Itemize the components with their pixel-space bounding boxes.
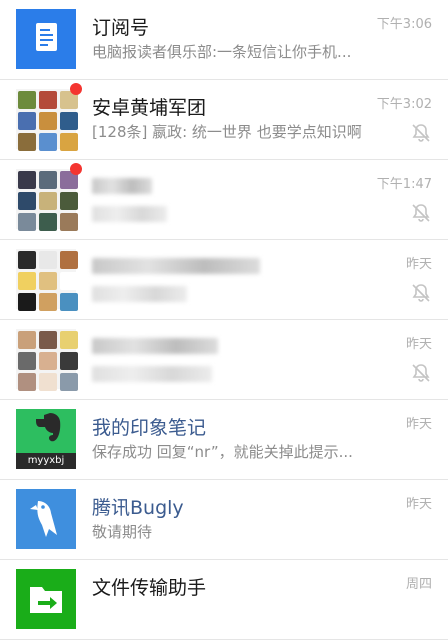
chat-row-bugly[interactable]: 腾讯Bugly 敬请期待 昨天 — [0, 480, 448, 560]
file-transfer-icon — [16, 569, 76, 629]
chat-row-subscriptions[interactable]: 订阅号 电脑报读者俱乐部:一条短信让你手机... 下午3:06 — [0, 0, 448, 80]
group-avatar — [16, 163, 82, 231]
group-avatar — [16, 329, 78, 391]
chat-time: 周四 — [405, 577, 432, 592]
chat-row-group[interactable]: 下午1:47 — [0, 160, 448, 240]
chat-title: 腾讯Bugly — [92, 497, 184, 519]
chat-time: 昨天 — [405, 257, 432, 272]
chat-title: 订阅号 — [92, 17, 150, 39]
evernote-avatar: myyxbj — [16, 409, 76, 469]
mute-icon — [412, 364, 430, 382]
chat-last-message: [128条] 嬴政: 统一世界 也要学点知识啊 — [92, 123, 362, 141]
chat-row-evernote[interactable]: myyxbj 我的印象笔记 保存成功 回复“nr”，就能关掉此提示... 昨天 — [0, 400, 448, 480]
mute-icon — [412, 204, 430, 222]
subscription-avatar — [16, 9, 76, 69]
chat-time: 下午1:47 — [376, 177, 432, 192]
chat-row-file-transfer[interactable]: 文件传输助手 周四 — [0, 560, 448, 640]
chat-title: 安卓黄埔军团 — [92, 97, 207, 119]
evernote-label: myyxbj — [16, 453, 76, 469]
chat-last-message: 电脑报读者俱乐部:一条短信让你手机... — [92, 43, 352, 61]
blurred-title — [92, 338, 218, 354]
chat-row-group[interactable]: 昨天 — [0, 240, 448, 320]
blurred-message — [92, 366, 212, 382]
bugly-icon — [16, 489, 76, 549]
blurred-title — [92, 258, 260, 274]
subscription-icon — [16, 9, 76, 69]
group-avatar — [16, 83, 82, 151]
unread-dot — [70, 163, 82, 175]
chat-last-message: 敬请期待 — [92, 523, 153, 541]
chat-time: 下午3:06 — [376, 17, 432, 32]
blurred-message — [92, 206, 167, 222]
mute-icon — [412, 284, 430, 302]
chat-time: 昨天 — [405, 497, 432, 512]
blurred-title — [92, 178, 152, 194]
evernote-icon: myyxbj — [16, 409, 76, 469]
mute-icon — [412, 124, 430, 142]
unread-dot — [70, 83, 82, 95]
group-avatar — [16, 249, 78, 311]
chat-last-message: 保存成功 回复“nr”，就能关掉此提示... — [92, 443, 353, 461]
chat-time: 下午3:02 — [376, 97, 432, 112]
chat-time: 昨天 — [405, 417, 432, 432]
chat-row-group[interactable]: 安卓黄埔军团 [128条] 嬴政: 统一世界 也要学点知识啊 下午3:02 — [0, 80, 448, 160]
chat-list: 订阅号 电脑报读者俱乐部:一条短信让你手机... 下午3:06 安卓黄埔军团 [… — [0, 0, 448, 644]
chat-row-group[interactable]: 昨天 — [0, 320, 448, 400]
blurred-message — [92, 286, 187, 302]
file-transfer-avatar — [16, 569, 76, 629]
chat-time: 昨天 — [405, 337, 432, 352]
bugly-avatar — [16, 489, 76, 549]
chat-title: 文件传输助手 — [92, 577, 207, 599]
chat-title: 我的印象笔记 — [92, 417, 207, 439]
